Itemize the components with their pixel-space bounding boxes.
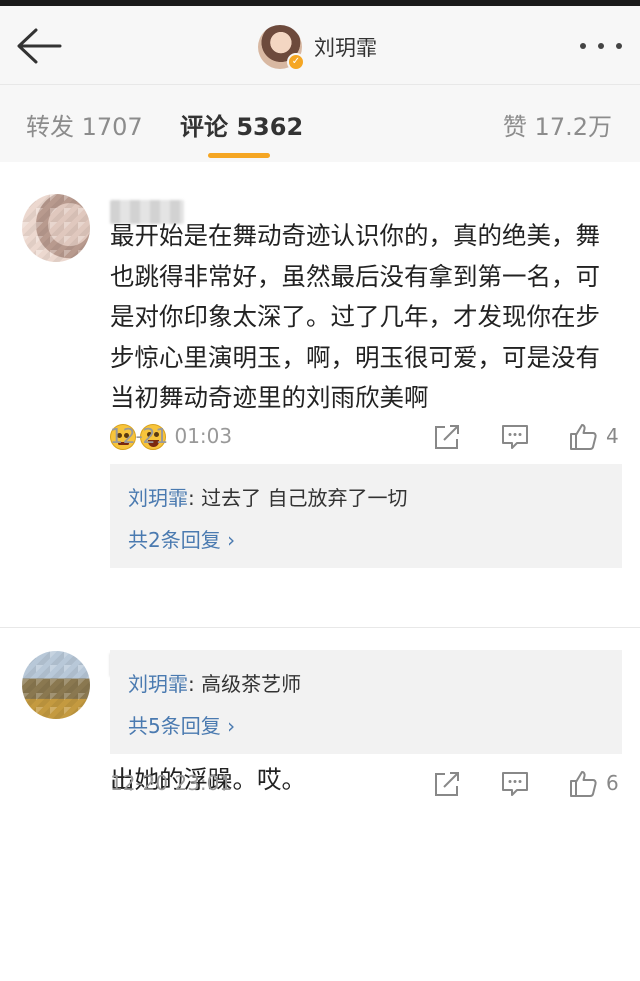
like-button[interactable]: [568, 769, 598, 799]
share-icon: [435, 772, 459, 796]
comment-button[interactable]: [500, 422, 530, 452]
active-tab-indicator: [208, 153, 270, 158]
comment-text: 最开始是在舞动奇迹认识你的，真的绝美，舞也跳得非常好，虽然最后没有拿到第一名，可…: [110, 221, 600, 412]
nav-username[interactable]: 刘玥霏: [314, 32, 377, 62]
nav-title[interactable]: ✓ 刘玥霏: [258, 24, 377, 71]
tab-likes[interactable]: 赞 17.2万: [503, 107, 612, 142]
comment-footer: 12-20 23:01 6: [110, 769, 622, 799]
like-count: 6: [606, 771, 619, 795]
view-replies-link[interactable]: 共5条回复 ›: [128, 710, 235, 739]
comment-icon: [502, 772, 528, 796]
back-arrow-icon: [17, 28, 62, 64]
like-count: 4: [606, 424, 619, 448]
reply-content: 高级茶艺师: [201, 672, 302, 696]
thumbs-up-icon: [570, 424, 597, 450]
tab-reposts[interactable]: 转发 1707: [26, 107, 143, 142]
more-dot-icon: [580, 43, 586, 49]
reply-line: 刘玥霏: 过去了 自己放弃了一切: [128, 482, 407, 511]
tab-bar: 转发 1707 评论 5362 赞 17.2万: [0, 84, 640, 162]
reply-author[interactable]: 刘玥霏: [128, 486, 188, 510]
comment-timestamp: 12-21 01:03: [110, 424, 233, 448]
view-replies-link[interactable]: 共2条回复 ›: [128, 524, 235, 553]
reply-preview[interactable]: 刘玥霏: 过去了 自己放弃了一切 共2条回复 ›: [110, 464, 622, 568]
back-button[interactable]: [14, 26, 64, 66]
like-button[interactable]: [568, 422, 598, 452]
reply-line: 刘玥霏: 高级茶艺师: [128, 668, 301, 697]
verified-badge-icon: ✓: [287, 53, 305, 71]
reply-author[interactable]: 刘玥霏: [128, 672, 188, 696]
nav-bar: ✓ 刘玥霏: [0, 6, 640, 84]
more-options-button[interactable]: [576, 34, 626, 58]
reply-separator: :: [188, 486, 202, 510]
commenter-avatar[interactable]: [22, 194, 90, 262]
comment-timestamp: 12-20 23:01: [110, 771, 233, 795]
comment-item: 最开始是在舞动奇迹认识你的，真的绝美，舞也跳得非常好，虽然最后没有拿到第一名，可…: [0, 162, 640, 628]
tab-comments[interactable]: 评论 5362: [180, 107, 303, 142]
avatar[interactable]: ✓: [258, 25, 305, 71]
more-dot-icon: [598, 43, 604, 49]
comment-icon: [502, 425, 528, 449]
share-button[interactable]: [432, 769, 462, 799]
reply-separator: :: [188, 672, 202, 696]
reply-content: 过去了 自己放弃了一切: [201, 486, 408, 510]
share-button[interactable]: [432, 422, 462, 452]
comment-footer: 12-21 01:03 4: [110, 422, 622, 452]
reply-preview[interactable]: 刘玥霏: 高级茶艺师 共5条回复 ›: [110, 650, 622, 754]
thumbs-up-icon: [570, 771, 597, 797]
commenter-avatar[interactable]: [22, 651, 90, 719]
more-dot-icon: [616, 43, 622, 49]
comment-button[interactable]: [500, 769, 530, 799]
share-icon: [435, 425, 459, 449]
